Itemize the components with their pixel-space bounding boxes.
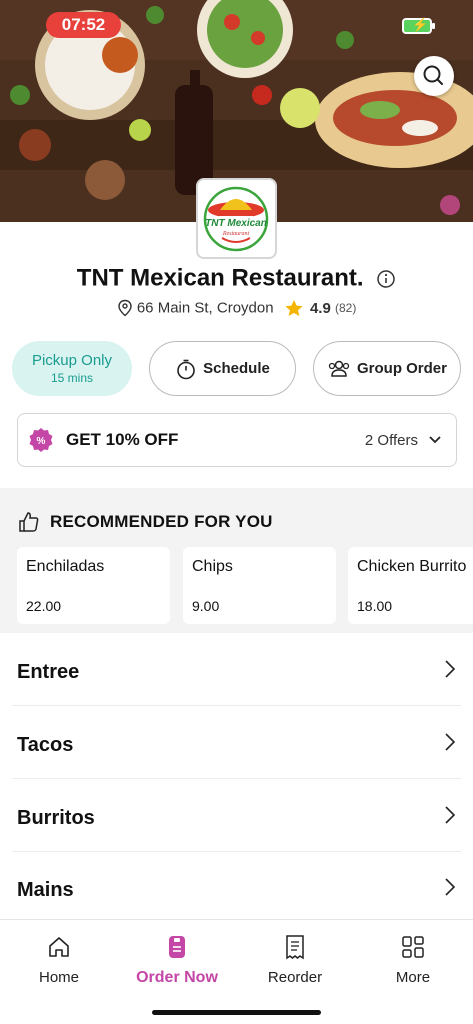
restaurant-meta: 66 Main St, Croydon 4.9 (82) <box>0 299 473 317</box>
schedule-button[interactable]: Schedule <box>149 341 296 396</box>
battery-icon: ⚡ <box>402 17 435 34</box>
recommended-title: RECOMMENDED FOR YOU <box>50 512 273 531</box>
group-order-label: Group Order <box>356 360 447 377</box>
logo-text: TNT Mexican <box>205 218 267 229</box>
location-pin-icon <box>117 299 132 317</box>
timer-icon <box>177 359 195 379</box>
chevron-right-icon <box>445 878 456 896</box>
search-icon <box>423 65 443 85</box>
schedule-label: Schedule <box>203 360 270 377</box>
nav-label: Reorder <box>267 969 323 986</box>
group-icon <box>328 360 350 377</box>
category-label: Mains <box>17 879 74 901</box>
nav-reorder[interactable]: Reorder <box>236 934 354 986</box>
restaurant-logo: TNT Mexican Restaurant <box>196 178 277 259</box>
category-label: Tacos <box>17 734 74 756</box>
chevron-right-icon <box>445 733 456 751</box>
nav-label: Home <box>38 969 79 986</box>
recommended-card[interactable]: Chicken Burrito 18.00 <box>348 547 473 624</box>
item-price: 9.00 <box>192 598 220 614</box>
home-icon <box>49 937 69 957</box>
chevron-right-icon <box>445 660 456 678</box>
receipt-icon <box>286 935 304 960</box>
pickup-only-button[interactable]: Pickup Only 15 mins <box>12 341 132 396</box>
discount-badge-icon: % <box>29 428 53 452</box>
nav-label: More <box>395 969 431 986</box>
restaurant-title: TNT Mexican Restaurant. <box>0 264 473 293</box>
logo-subtext: Restaurant <box>222 231 250 237</box>
category-entree[interactable]: Entree <box>12 634 461 706</box>
item-price: 18.00 <box>357 598 393 614</box>
item-name: Enchiladas <box>26 558 105 575</box>
rating-value: 4.9 <box>309 299 331 317</box>
category-burritos[interactable]: Burritos <box>12 780 461 852</box>
pickup-time: 15 mins <box>50 371 94 385</box>
group-order-button[interactable]: Group Order <box>313 341 461 396</box>
recommended-section: RECOMMENDED FOR YOU Enchiladas 22.00 Chi… <box>0 488 473 633</box>
chevron-down-icon <box>429 436 441 444</box>
offers-banner[interactable]: % GET 10% OFF 2 Offers <box>17 413 457 467</box>
pickup-label: Pickup Only <box>31 352 113 369</box>
offer-text: GET 10% OFF <box>66 430 179 449</box>
chevron-right-icon <box>445 806 456 824</box>
order-icon <box>169 936 185 958</box>
category-label: Entree <box>17 661 80 683</box>
svg-text:%: % <box>37 436 46 447</box>
item-name: Chicken Burrito <box>357 558 467 575</box>
nav-label: Order Now <box>136 969 218 986</box>
item-name: Chips <box>192 558 233 575</box>
restaurant-address: 66 Main St, Croydon <box>136 299 274 317</box>
category-mains[interactable]: Mains <box>12 852 461 924</box>
info-icon[interactable] <box>376 269 396 289</box>
recommended-card[interactable]: Enchiladas 22.00 <box>17 547 170 624</box>
nav-more[interactable]: More <box>354 934 472 986</box>
category-label: Burritos <box>17 807 95 829</box>
restaurant-name: TNT Mexican Restaurant. <box>76 264 364 292</box>
nav-order-now[interactable]: Order Now <box>118 934 236 987</box>
nav-home[interactable]: Home <box>0 934 118 986</box>
review-count: (82) <box>334 301 357 316</box>
grid-icon <box>402 936 424 958</box>
bottom-navigation: Home Order Now Reorder More <box>0 919 473 1024</box>
home-indicator <box>152 1010 321 1015</box>
category-tacos[interactable]: Tacos <box>12 707 461 779</box>
recommended-card[interactable]: Chips 9.00 <box>183 547 336 624</box>
search-button[interactable] <box>414 56 454 96</box>
star-icon <box>285 300 303 317</box>
offer-count: 2 Offers <box>364 431 418 449</box>
thumbs-up-icon <box>19 512 39 532</box>
status-time: 07:52 <box>46 12 121 38</box>
item-price: 22.00 <box>26 598 62 614</box>
